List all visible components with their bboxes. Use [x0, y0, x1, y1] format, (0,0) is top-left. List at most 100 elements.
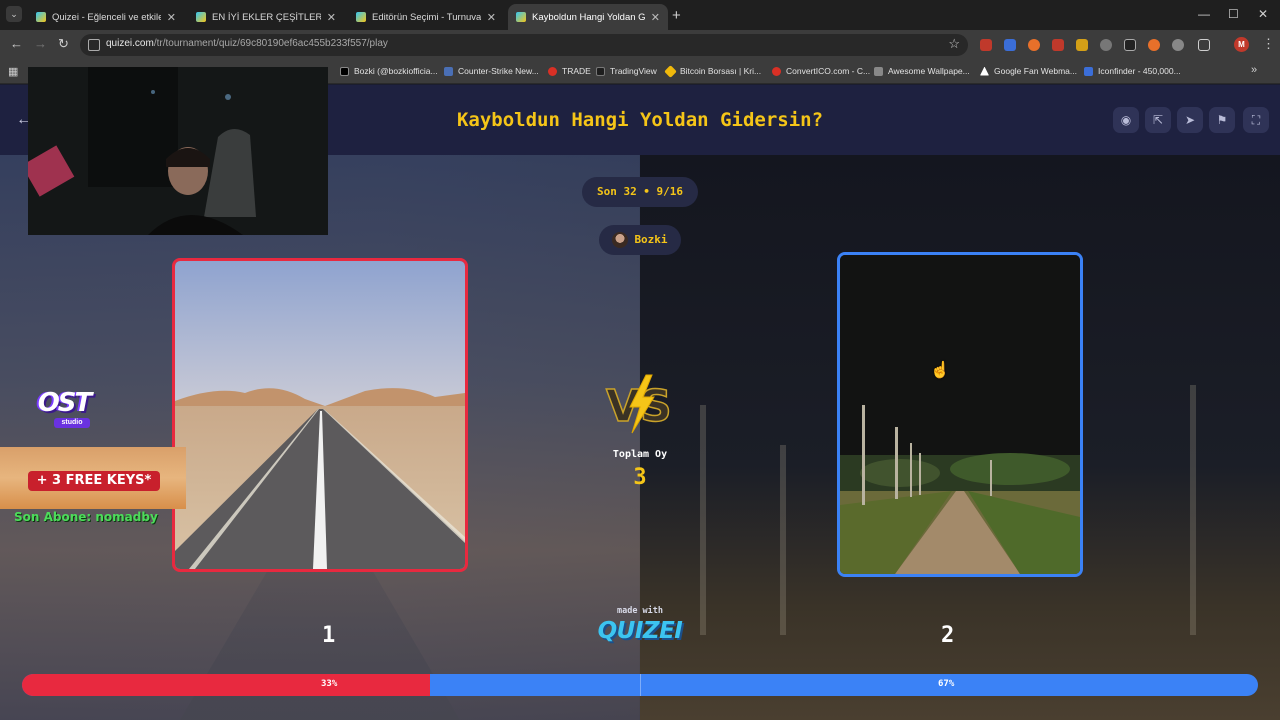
quizei-logo[interactable]: QUIZEI: [592, 618, 688, 644]
extension-icon[interactable]: [1052, 39, 1064, 51]
google-drive-icon: [980, 66, 989, 76]
ost-logo-text: OST: [37, 388, 93, 418]
bookmark-favicon-icon: [548, 66, 557, 76]
bookmark-item[interactable]: Iconfinder - 450,000...: [1084, 66, 1181, 76]
browser-tab-1[interactable]: Quizei - Eğlenceli ve etkileşimli ✕: [28, 4, 184, 30]
background-pole: [780, 445, 786, 635]
binance-icon: [664, 64, 677, 78]
streamer-webcam: [28, 67, 328, 235]
browser-tab-2[interactable]: EN İYİ EKLER ÇEŞİTLERİ - Tier Li ✕: [188, 4, 344, 30]
extension-icon[interactable]: [1124, 39, 1136, 51]
extension-icon[interactable]: [1100, 39, 1112, 51]
back-icon[interactable]: ←: [10, 36, 23, 51]
vote-bar-midline: [640, 674, 641, 696]
close-tab-icon[interactable]: ✕: [167, 11, 176, 24]
background-pole: [1190, 385, 1196, 635]
bookmark-item[interactable]: Bozki (@bozkiofficia...: [340, 66, 438, 76]
address-bar: ← → ↻ quizei.com/tr/tournament/quiz/69c8…: [0, 30, 1280, 60]
close-window-icon[interactable]: ✕: [1258, 7, 1268, 21]
url-host: quizei.com: [106, 38, 154, 49]
extension-icon[interactable]: [1148, 39, 1160, 51]
apps-grid-icon[interactable]: ▦: [8, 65, 18, 78]
bookmark-star-icon[interactable]: ☆: [948, 36, 960, 52]
extension-icon[interactable]: [980, 39, 992, 51]
tab-title: Editörün Seçimi - Turnuva - Qu: [372, 11, 481, 23]
option-card-2[interactable]: [837, 252, 1083, 577]
option-card-1[interactable]: [172, 258, 468, 572]
site-info-icon[interactable]: [88, 39, 100, 51]
free-keys-banner: + 3 FREE KEYS*: [0, 447, 186, 509]
close-tab-icon[interactable]: ✕: [487, 11, 496, 24]
browser-tab-bar: ⌄ Quizei - Eğlenceli ve etkileşimli ✕ EN…: [0, 0, 1280, 30]
url-path: /tr/tournament/quiz/69c80190ef6ac455b233…: [153, 38, 388, 49]
extension-icon[interactable]: [1028, 39, 1040, 51]
bookmark-item[interactable]: TradingView: [596, 66, 657, 76]
quizei-favicon-icon: [516, 12, 526, 22]
ost-logo-sub: studio: [54, 418, 90, 428]
vote-result-bar: 33% 67%: [22, 674, 1258, 696]
bookmark-item[interactable]: Bitcoin Borsası | Kri...: [664, 64, 762, 78]
right-percent-label: 67%: [938, 679, 955, 689]
bookmark-item[interactable]: ConvertICO.com - C...: [772, 66, 870, 76]
option-number-2: 2: [941, 623, 955, 648]
new-tab-button[interactable]: +: [672, 7, 681, 24]
bookmark-favicon-icon: [772, 66, 781, 76]
close-tab-icon[interactable]: ✕: [327, 11, 336, 24]
tradingview-icon: [596, 66, 605, 76]
bookmark-label: Counter-Strike New...: [458, 66, 539, 76]
bookmark-favicon-icon: [874, 66, 883, 76]
translate-icon[interactable]: [1004, 39, 1016, 51]
bookmark-label: TradingView: [610, 66, 657, 76]
bookmark-label: Awesome Wallpape...: [888, 66, 970, 76]
quiz-title: Kayboldun Hangi Yoldan Gidersin?: [456, 109, 824, 131]
profile-avatar[interactable]: M: [1234, 37, 1249, 52]
last-subscriber-label: Son Abone: nomadby: [14, 510, 158, 524]
bookmark-label: Bozki (@bozkiofficia...: [354, 66, 438, 76]
bookmark-item[interactable]: Awesome Wallpape...: [874, 66, 970, 76]
user-avatar: [612, 232, 629, 248]
bookmark-item[interactable]: Google Fan Webma...: [980, 66, 1077, 76]
more-bookmarks-icon[interactable]: »: [1251, 64, 1257, 76]
bookmark-label: Iconfinder - 450,000...: [1098, 66, 1181, 76]
maximize-icon[interactable]: ☐: [1228, 7, 1239, 21]
tab-title: Kayboldun Hangi Yoldan Gider: [532, 11, 645, 23]
user-badge[interactable]: Bozki: [599, 225, 681, 255]
iconfinder-icon: [1084, 66, 1093, 76]
free-keys-label: + 3 FREE KEYS*: [28, 471, 160, 491]
browser-menu-icon[interactable]: ⋮: [1262, 36, 1275, 52]
tab-title: EN İYİ EKLER ÇEŞİTLERİ - Tier Li: [212, 11, 321, 23]
fullscreen-icon[interactable]: ⛶: [1243, 107, 1269, 133]
bookmark-favicon-icon: [444, 66, 453, 76]
forward-icon[interactable]: →: [34, 36, 47, 51]
versus-lightning-icon: VS: [605, 374, 673, 434]
flag-icon[interactable]: ⚑: [1209, 107, 1235, 133]
total-votes-count: 3: [633, 465, 647, 490]
bookmark-label: Bitcoin Borsası | Kri...: [680, 66, 762, 76]
url-text: quizei.com/tr/tournament/quiz/69c80190ef…: [106, 38, 388, 49]
browser-tab-3[interactable]: Editörün Seçimi - Turnuva - Qu ✕: [348, 4, 504, 30]
minimize-icon[interactable]: —: [1198, 7, 1210, 21]
total-votes-label: Toplam Oy: [612, 449, 668, 460]
tab-search-button[interactable]: ⌄: [6, 6, 22, 22]
url-input[interactable]: quizei.com/tr/tournament/quiz/69c80190ef…: [80, 34, 968, 56]
bookmark-item[interactable]: Counter-Strike New...: [444, 66, 539, 76]
send-icon[interactable]: ➤: [1177, 107, 1203, 133]
ost-studio-logo: OST studio: [34, 386, 94, 430]
bookmark-label: TRADE: [562, 66, 591, 76]
hand-cursor-icon: ☝: [930, 362, 950, 379]
extension-icon[interactable]: [1172, 39, 1184, 51]
bookmark-label: ConvertICO.com - C...: [786, 66, 871, 76]
share-icon[interactable]: ⇱: [1145, 107, 1171, 133]
desert-road-image: [175, 261, 465, 569]
extensions-puzzle-icon[interactable]: [1198, 39, 1210, 51]
eye-icon[interactable]: ◉: [1113, 107, 1139, 133]
browser-tab-active[interactable]: Kayboldun Hangi Yoldan Gider ✕: [508, 4, 668, 30]
round-badge: Son 32 • 9/16: [582, 177, 698, 207]
extension-icon[interactable]: [1076, 39, 1088, 51]
reload-icon[interactable]: ↻: [58, 36, 69, 52]
bookmark-item[interactable]: TRADE: [548, 66, 591, 76]
night-road-image: [840, 255, 1080, 574]
tiktok-icon: [340, 66, 349, 76]
user-name: Bozki: [634, 233, 668, 246]
close-tab-icon[interactable]: ✕: [651, 11, 660, 24]
